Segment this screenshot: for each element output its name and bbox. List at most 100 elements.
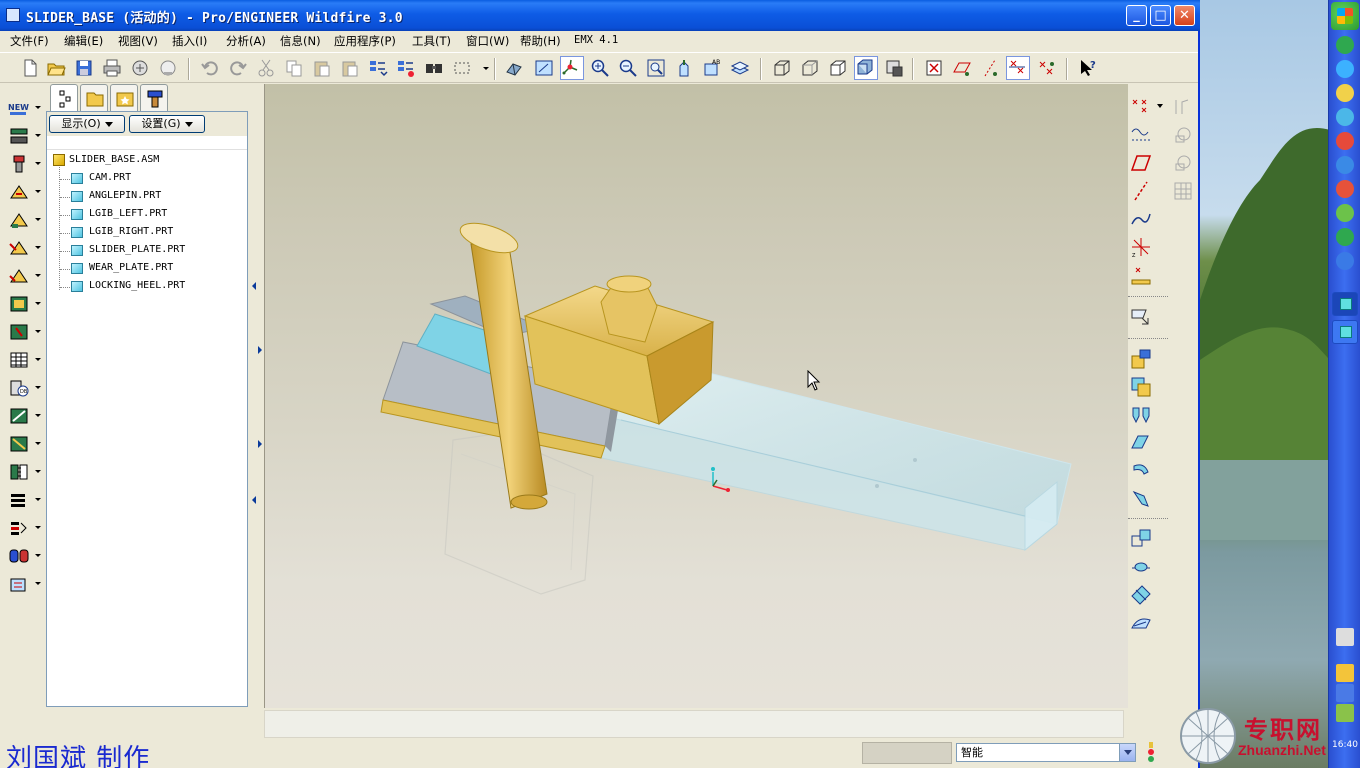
network-icon[interactable]	[1336, 108, 1354, 126]
intersect-icon[interactable]	[1130, 556, 1152, 578]
layers-icon[interactable]	[730, 58, 750, 78]
datum-points-toggle-icon[interactable]	[980, 58, 1000, 78]
close-button[interactable]: ✕	[1174, 5, 1195, 26]
boundary-blend-icon[interactable]	[1130, 432, 1152, 454]
sweep-icon[interactable]	[6, 236, 41, 260]
extrude-icon[interactable]	[6, 180, 41, 204]
shading-icon[interactable]	[854, 56, 878, 80]
rib-icon[interactable]: DB	[6, 376, 41, 400]
collapse-arrow-icon[interactable]	[252, 282, 256, 290]
open-icon[interactable]	[46, 58, 66, 78]
datum-axis-icon[interactable]	[1130, 180, 1152, 202]
merge-icon[interactable]	[6, 488, 41, 512]
orient-icon[interactable]	[504, 58, 524, 78]
analysis-icon[interactable]	[1130, 264, 1152, 286]
datum-planes-toggle-icon[interactable]	[924, 58, 944, 78]
app2-icon[interactable]	[1336, 204, 1354, 222]
warning-icon[interactable]	[1336, 84, 1354, 102]
select-box-icon[interactable]	[452, 58, 472, 78]
expand-arrow-icon[interactable]	[258, 440, 262, 448]
menu-applications[interactable]: 应用程序(P)	[334, 33, 396, 49]
regenerate-manager-icon[interactable]	[396, 58, 416, 78]
maximize-button[interactable]: □	[1150, 5, 1171, 26]
cut-icon[interactable]	[256, 58, 276, 78]
keyboard-icon[interactable]	[1336, 628, 1354, 646]
annotation-icon[interactable]	[1130, 306, 1152, 328]
wrap-icon[interactable]	[1130, 612, 1152, 634]
paste-special-icon[interactable]	[340, 58, 360, 78]
menu-help[interactable]: 帮助(H)	[520, 33, 561, 49]
grid-disabled-icon[interactable]	[1172, 180, 1194, 202]
show-dropdown[interactable]: 显示(O)	[49, 115, 125, 133]
view-manager-icon[interactable]: AB	[702, 58, 722, 78]
tab-connections[interactable]	[140, 84, 168, 112]
zoom-out-icon[interactable]	[618, 58, 638, 78]
select-dropdown-icon[interactable]	[476, 58, 489, 78]
paste-icon[interactable]	[312, 58, 332, 78]
tray-icon-2[interactable]	[1336, 684, 1354, 702]
menu-window[interactable]: 窗口(W)	[466, 33, 509, 49]
trim-icon[interactable]	[6, 516, 41, 540]
fill-icon[interactable]	[1130, 460, 1152, 482]
merge-feature-icon[interactable]	[1130, 404, 1152, 426]
regenerate-icon[interactable]	[368, 58, 388, 78]
undo-icon[interactable]	[200, 58, 220, 78]
shield-icon[interactable]	[1336, 36, 1354, 54]
find-icon[interactable]	[424, 58, 444, 78]
spin-center-icon[interactable]	[560, 56, 584, 80]
datum-plane-icon[interactable]	[1130, 152, 1152, 174]
taskbar-window-proe[interactable]	[1332, 292, 1358, 316]
csys-icon[interactable]: Z	[1130, 236, 1152, 258]
selection-filter-select[interactable]: 智能	[956, 743, 1136, 762]
reorient-icon[interactable]	[674, 58, 694, 78]
save-icon[interactable]	[74, 58, 94, 78]
menu-info[interactable]: 信息(N)	[280, 33, 321, 49]
settings-dropdown[interactable]: 设置(G)	[129, 115, 205, 133]
revolve-icon[interactable]	[6, 208, 41, 232]
copy-geom-icon[interactable]	[1130, 376, 1152, 398]
assemble-icon[interactable]	[6, 124, 41, 148]
mirror-plane-disabled-icon[interactable]	[1172, 152, 1194, 174]
refit-icon[interactable]	[534, 58, 554, 78]
redo-icon[interactable]	[228, 58, 248, 78]
project-icon[interactable]	[1130, 584, 1152, 606]
chevron-down-icon[interactable]	[1156, 102, 1164, 110]
tab-folder-browser[interactable]	[80, 84, 108, 112]
insert-component-icon[interactable]	[1130, 348, 1152, 370]
draft-icon[interactable]	[6, 404, 41, 428]
tab-model-tree[interactable]	[50, 84, 78, 113]
menu-tools[interactable]: 工具(T)	[412, 33, 451, 49]
app-icon[interactable]	[6, 8, 20, 22]
blend-icon[interactable]	[6, 264, 41, 288]
csys-toggle-icon[interactable]	[1006, 56, 1030, 80]
expand-arrow-icon[interactable]	[258, 346, 262, 354]
datum-curve-icon[interactable]	[1130, 124, 1152, 146]
menu-view[interactable]: 视图(V)	[118, 33, 158, 49]
repeat-icon[interactable]	[6, 572, 41, 596]
menu-file[interactable]: 文件(F)	[10, 33, 49, 49]
menu-emx[interactable]: EMX 4.1	[574, 34, 618, 46]
extend-icon[interactable]	[1130, 528, 1152, 550]
zoom-fit-icon[interactable]	[646, 58, 666, 78]
datum-point-icon[interactable]	[1130, 96, 1152, 118]
no-hidden-icon[interactable]	[828, 58, 848, 78]
collapse-arrow-icon[interactable]	[252, 496, 256, 504]
cut-feature-icon[interactable]	[6, 544, 41, 568]
context-help-icon[interactable]: ?	[1078, 58, 1098, 78]
new-component-icon[interactable]: NEW	[6, 96, 41, 120]
tray-icon-1[interactable]	[1336, 664, 1354, 682]
shield2-icon[interactable]	[1336, 228, 1354, 246]
antivirus-icon[interactable]	[1336, 132, 1354, 150]
refresh-icon[interactable]	[1336, 60, 1354, 78]
round-icon[interactable]	[6, 292, 41, 316]
ie-icon[interactable]	[1336, 252, 1354, 270]
app-icon[interactable]	[1336, 180, 1354, 198]
hole-icon[interactable]	[6, 152, 41, 176]
chamfer-icon[interactable]	[6, 320, 41, 344]
menu-edit[interactable]: 编辑(E)	[64, 33, 103, 49]
wireframe-icon[interactable]	[772, 58, 792, 78]
assembly-3d-view[interactable]	[265, 84, 1129, 708]
graphics-window[interactable]	[264, 84, 1128, 708]
annotations-toggle-icon[interactable]	[1036, 58, 1056, 78]
menu-analysis[interactable]: 分析(A)	[226, 33, 266, 49]
